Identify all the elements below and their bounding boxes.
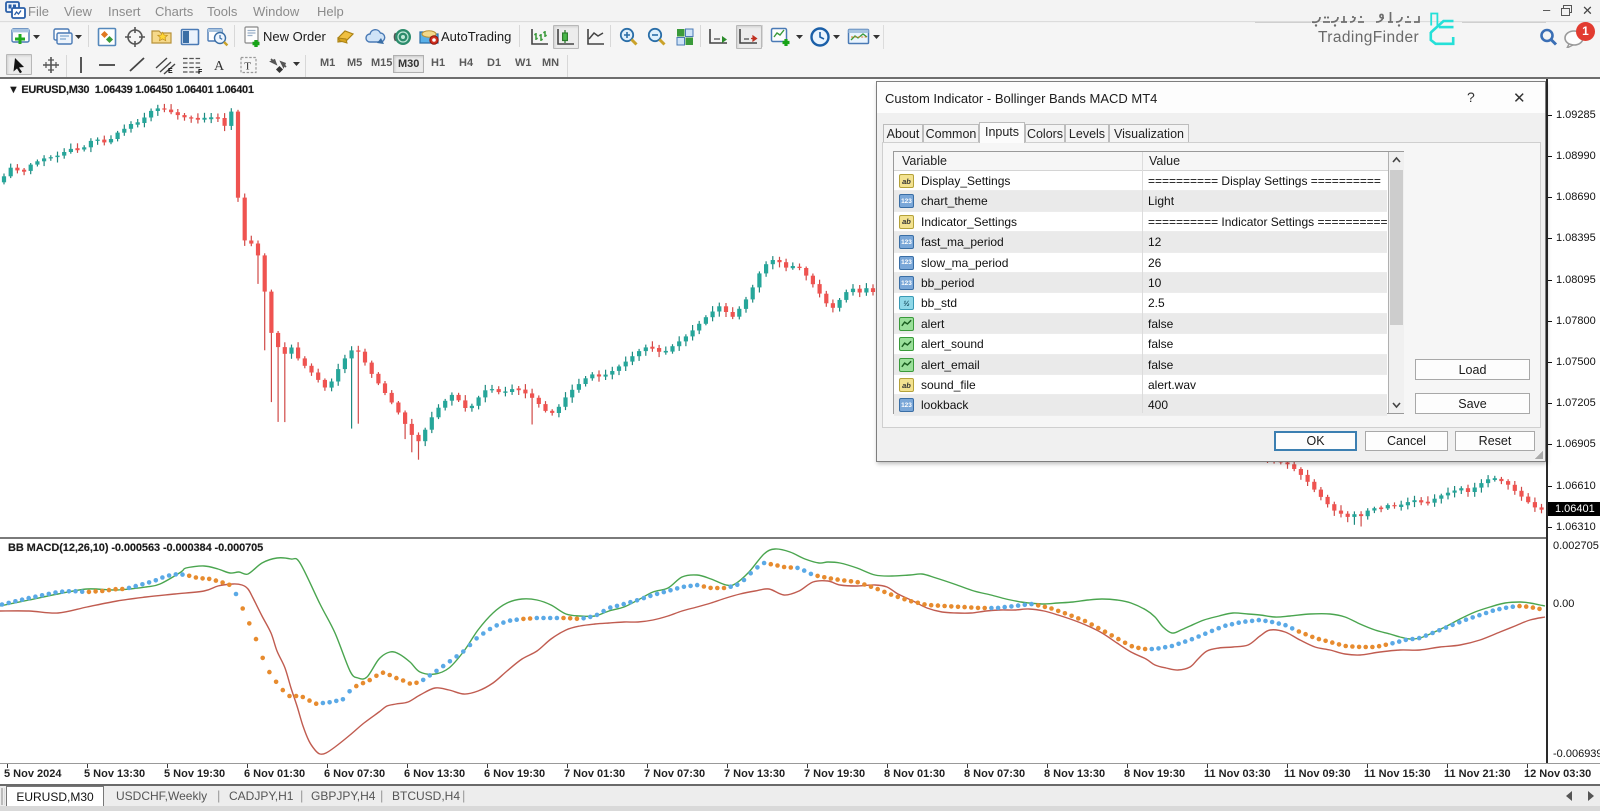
svg-text:F: F: [198, 69, 203, 75]
svg-text:T: T: [244, 60, 251, 72]
svg-text:A: A: [214, 59, 225, 74]
svg-text:E: E: [168, 68, 173, 75]
